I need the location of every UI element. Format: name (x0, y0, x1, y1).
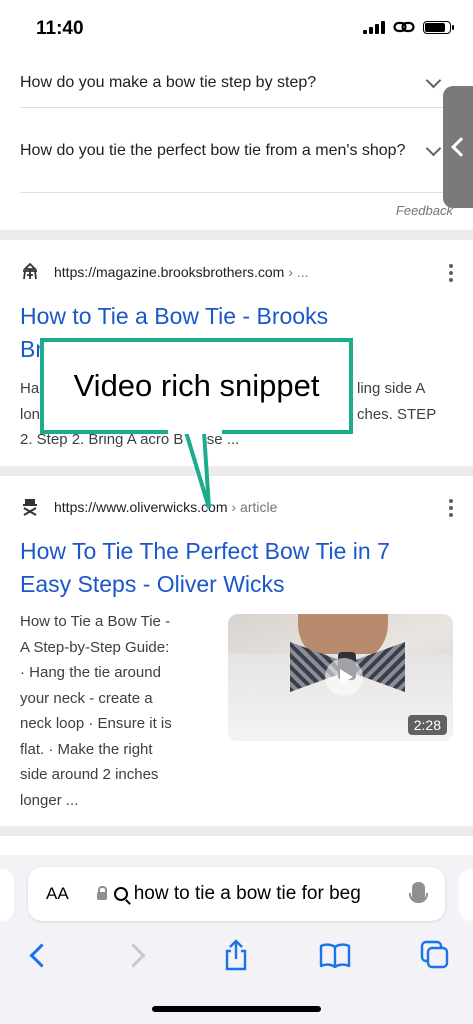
address-text[interactable]: how to tie a bow tie for beg (134, 883, 392, 905)
result-snippet-right: ling side A ches. STEP (357, 376, 436, 427)
paa-question: How do you make a bow tie step by step? (20, 74, 317, 91)
divider (0, 230, 473, 240)
battery-icon (423, 20, 454, 34)
snippet-line: your neck - create a (20, 689, 153, 707)
status-icons (363, 20, 454, 34)
bookmarks-button[interactable] (315, 937, 355, 973)
book-icon (319, 943, 351, 968)
play-icon[interactable] (325, 658, 363, 696)
snippet-line: ches. STEP (357, 405, 437, 423)
result-title-line: Easy Steps - Oliver Wicks (20, 571, 285, 597)
status-bar: 11:40 (0, 0, 473, 58)
next-tab-peek[interactable] (459, 869, 473, 921)
result-source[interactable]: https://magazine.brooksbrothers.com › ..… (20, 262, 453, 282)
result-url: https://magazine.brooksbrothers.com (54, 264, 285, 280)
status-time: 11:40 (36, 18, 84, 39)
result-url-path: › ... (288, 264, 309, 280)
video-thumbnail[interactable]: 2:28 (228, 614, 453, 741)
home-indicator (152, 1006, 321, 1012)
brooks-brothers-favicon-icon (20, 262, 40, 282)
chevron-right-icon (120, 942, 146, 968)
microphone-icon[interactable] (409, 882, 428, 903)
tabs-icon (420, 940, 449, 969)
address-bar[interactable]: AA how to tie a bow tie for beg (28, 867, 445, 921)
annotation-callout: Video rich snippet (40, 338, 353, 434)
result-title[interactable]: How To Tie The Perfect Bow Tie in 7 Easy… (20, 535, 449, 601)
previous-tab-peek[interactable] (0, 869, 14, 921)
paa-item[interactable]: How do you make a bow tie step by step? (20, 58, 445, 108)
snippet-line: neck loop · Ensure it is (20, 715, 172, 732)
result-source[interactable]: https://www.oliverwicks.com › article (20, 497, 453, 517)
snippet-line: flat. · Make the right (20, 740, 153, 758)
back-button[interactable] (18, 937, 58, 973)
divider (0, 466, 473, 476)
feedback-link[interactable]: Feedback (396, 203, 453, 218)
callout-pointer (166, 430, 222, 509)
snippet-line: How to Tie a Bow Tie - (20, 613, 171, 630)
more-options-icon[interactable] (449, 264, 453, 282)
signal-icon (363, 20, 385, 34)
snippet-line: ling side A (357, 380, 426, 397)
divider (0, 826, 473, 836)
snippet-line: A Step-by-Step Guide: (20, 638, 170, 656)
snippet-line: side around 2 inches (20, 766, 159, 783)
chevron-left-icon (28, 942, 54, 968)
snippet-line: longer ... (20, 791, 79, 809)
side-panel-handle[interactable] (443, 86, 473, 208)
share-button[interactable] (216, 937, 256, 973)
tabs-button[interactable] (415, 937, 455, 973)
snippet-line: · Hang the tie around (20, 664, 161, 681)
share-icon (225, 939, 247, 971)
forward-button[interactable] (116, 937, 156, 973)
result-url-path: › article (231, 499, 278, 515)
text-size-button[interactable]: AA (46, 884, 69, 904)
more-options-icon[interactable] (449, 499, 453, 517)
chevron-down-icon[interactable] (425, 140, 442, 156)
oliver-wicks-favicon-icon (20, 497, 40, 517)
result-snippet: How to Tie a Bow Tie - A Step-by-Step Gu… (20, 609, 172, 813)
callout-text: Video rich snippet (73, 368, 320, 403)
video-duration: 2:28 (407, 715, 447, 735)
chevron-down-icon[interactable] (425, 72, 442, 89)
search-icon (113, 887, 128, 901)
result-title-line: How To Tie The Perfect Bow Tie in 7 (20, 538, 390, 564)
result-title-line: How to Tie a Bow Tie - Brooks (20, 303, 329, 329)
lock-icon (96, 886, 107, 900)
paa-question: How do you tie the perfect bow tie from … (20, 141, 406, 159)
browser-nav (0, 937, 473, 977)
link-icon (393, 21, 415, 33)
chevron-left-icon (451, 137, 471, 157)
paa-item[interactable]: How do you tie the perfect bow tie from … (20, 108, 445, 193)
